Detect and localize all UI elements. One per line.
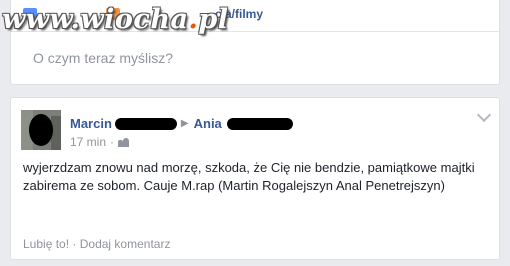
author-name[interactable]: Marcin <box>70 116 112 131</box>
status-input[interactable] <box>33 50 453 66</box>
redaction-bar <box>226 117 293 130</box>
like-link[interactable]: Lubię to! <box>23 237 69 251</box>
post-time[interactable]: 17 min <box>70 135 106 149</box>
redacted-face <box>29 114 53 146</box>
recipient-name[interactable]: Ania <box>194 116 222 131</box>
post-meta: 17 min · <box>70 135 130 149</box>
arrow-icon: ▶ <box>180 118 189 129</box>
post-header: Marcin ▶ Ania <box>70 116 293 131</box>
post-actions: Lubię to! · Dodaj komentarz <box>23 237 171 251</box>
chevron-down-icon[interactable] <box>476 107 492 123</box>
photo-icon <box>106 8 120 20</box>
post-text: wyjerzdzam znowu nad morzę, szkoda, że C… <box>23 160 475 193</box>
comment-link[interactable]: Dodaj komentarz <box>80 237 171 251</box>
status-icon <box>23 8 37 20</box>
avatar[interactable] <box>21 110 61 150</box>
post-card: Marcin ▶ Ania 17 min · wyjerzdzam znowu … <box>10 97 500 260</box>
redaction-bar <box>114 117 177 130</box>
composer-tabs: cia/filmy <box>11 0 499 32</box>
friends-privacy-icon[interactable] <box>118 137 130 147</box>
tab-status[interactable] <box>23 8 42 20</box>
composer-card: cia/filmy <box>10 0 500 85</box>
tab-photo-video[interactable]: cia/filmy <box>106 7 263 21</box>
tab-photo-video-label[interactable]: cia/filmy <box>215 7 263 21</box>
